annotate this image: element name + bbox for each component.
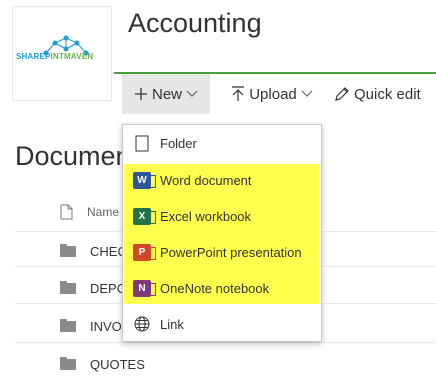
folder-icon	[132, 133, 152, 153]
folder-icon	[60, 281, 76, 294]
new-button-label: New	[151, 85, 182, 103]
list-item[interactable]: CHEC	[60, 244, 127, 259]
menu-item-folder[interactable]: Folder	[124, 125, 319, 161]
globe-icon	[132, 314, 152, 334]
site-title[interactable]: Accounting	[128, 8, 262, 39]
folder-icon	[60, 244, 76, 257]
list-item[interactable]: INVO	[60, 319, 122, 334]
menu-item-label: Folder	[160, 135, 197, 151]
folder-icon	[60, 319, 76, 332]
list-item-label: DEPC	[90, 281, 127, 296]
column-header-label: Name	[87, 205, 120, 219]
chevron-down-icon	[301, 90, 313, 97]
chevron-down-icon	[186, 90, 198, 97]
pencil-icon	[335, 87, 349, 101]
menu-item-label: OneNote notebook	[160, 280, 270, 296]
menu-item-label: PowerPoint presentation	[160, 244, 302, 260]
word-icon: W	[132, 170, 156, 190]
new-button[interactable]: New	[122, 74, 210, 114]
menu-item-label: Excel workbook	[160, 208, 252, 224]
logo-wordmark: SHAREPINTMAVEN	[16, 52, 94, 61]
menu-item-onenote-notebook[interactable]: N OneNote notebook	[124, 270, 319, 306]
row-divider	[15, 342, 436, 343]
file-type-icon	[60, 204, 73, 220]
menu-item-label: Word document	[160, 172, 252, 188]
list-item-label: QUOTES	[90, 357, 145, 372]
excel-icon: X	[132, 206, 156, 226]
menu-item-excel-workbook[interactable]: X Excel workbook	[124, 198, 319, 234]
quick-edit-button[interactable]: Quick edit	[332, 74, 436, 114]
upload-arrow-icon	[232, 86, 245, 101]
list-item[interactable]: DEPC	[60, 281, 126, 296]
menu-item-label: Link	[160, 316, 184, 332]
plus-icon	[134, 88, 147, 100]
upload-button[interactable]: Upload	[222, 74, 322, 114]
powerpoint-icon: P	[132, 242, 156, 262]
onenote-icon: N	[132, 278, 156, 298]
list-item[interactable]: QUOTES	[60, 357, 145, 372]
column-header-name[interactable]: Name	[60, 204, 119, 220]
quick-edit-button-label: Quick edit	[354, 85, 421, 103]
folder-icon	[60, 357, 76, 370]
list-item-label: INVO	[90, 319, 122, 334]
menu-item-link[interactable]: Link	[124, 306, 319, 342]
menu-item-powerpoint-presentation[interactable]: P PowerPoint presentation	[124, 234, 319, 270]
menu-item-word-document[interactable]: W Word document	[124, 162, 319, 198]
upload-button-label: Upload	[249, 85, 297, 103]
library-title: Documen	[15, 141, 131, 171]
